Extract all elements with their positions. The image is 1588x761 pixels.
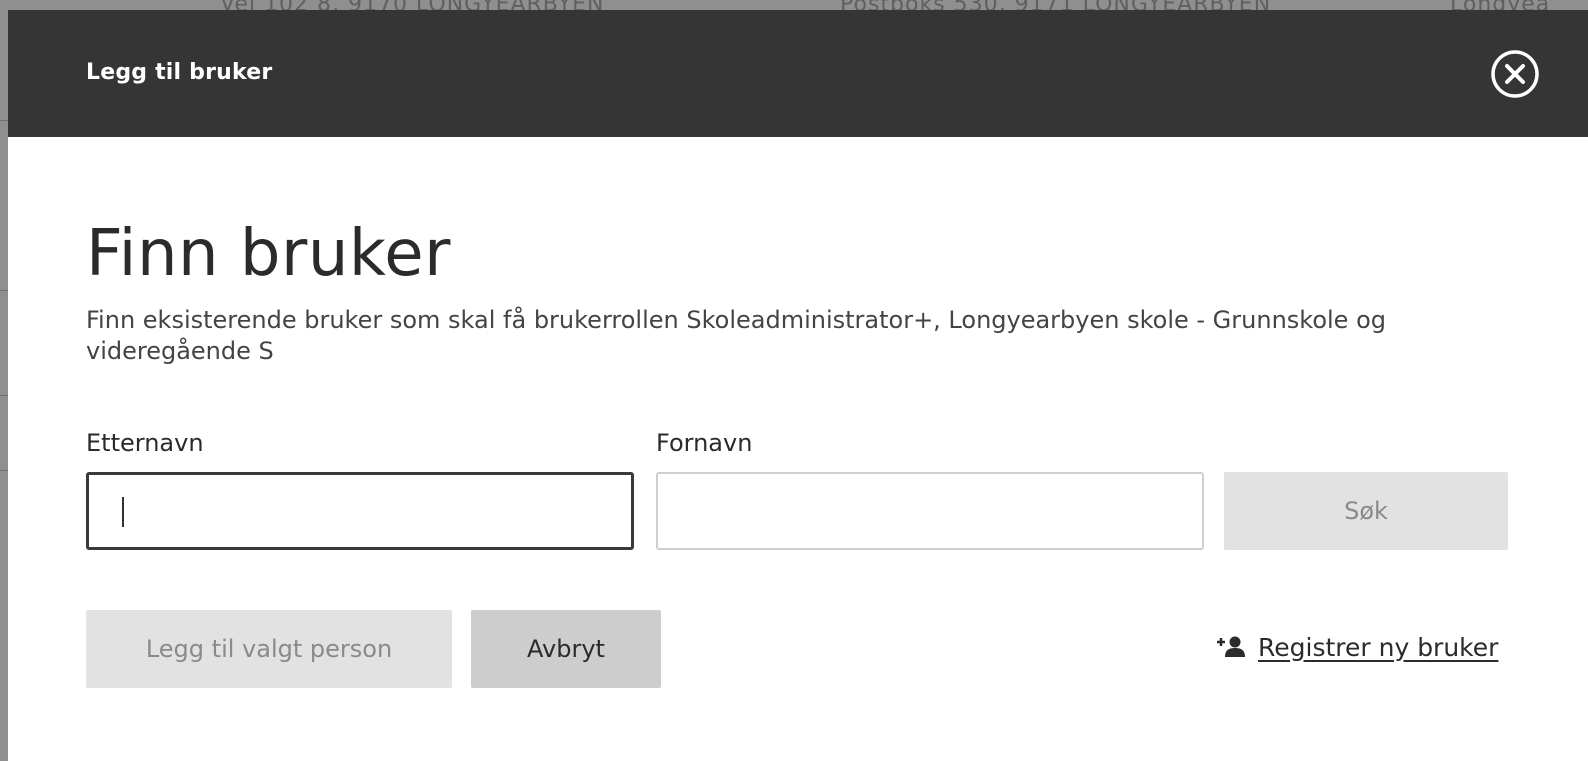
background-divider bbox=[0, 120, 8, 121]
add-user-icon bbox=[1217, 636, 1245, 657]
page-description: Finn eksisterende bruker som skal få bru… bbox=[86, 306, 1386, 365]
last-name-label: Etternavn bbox=[86, 429, 204, 457]
cancel-button[interactable]: Avbryt bbox=[471, 610, 661, 688]
add-selected-person-button[interactable]: Legg til valgt person bbox=[86, 610, 452, 688]
add-user-dialog: Legg til bruker Finn bruker Finn eksiste… bbox=[8, 10, 1588, 761]
register-new-user-link[interactable]: Registrer ny bruker bbox=[1216, 630, 1498, 664]
background-divider bbox=[0, 290, 8, 291]
dialog-title: Legg til bruker bbox=[86, 60, 273, 85]
text-cursor bbox=[122, 497, 124, 527]
dialog-header: Legg til bruker bbox=[8, 10, 1588, 137]
close-circle-icon bbox=[1491, 50, 1539, 98]
first-name-label: Fornavn bbox=[656, 429, 753, 457]
close-button[interactable] bbox=[1489, 48, 1541, 100]
background-divider bbox=[0, 395, 8, 396]
last-name-input[interactable] bbox=[86, 472, 634, 550]
page-title: Finn bruker bbox=[86, 217, 451, 291]
search-button[interactable]: Søk bbox=[1224, 472, 1508, 550]
register-new-user-label: Registrer ny bruker bbox=[1258, 632, 1499, 662]
first-name-input[interactable] bbox=[656, 472, 1204, 550]
background-divider bbox=[0, 470, 8, 471]
